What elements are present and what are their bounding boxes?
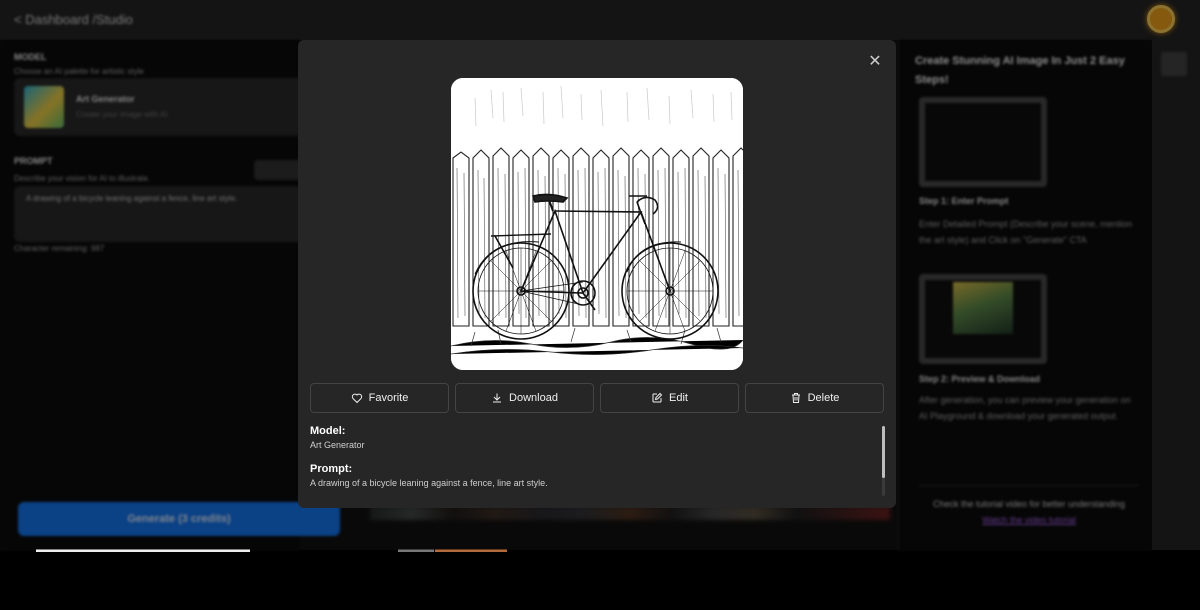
details-scrollbar[interactable] [882,426,885,496]
favorite-button[interactable]: Favorite [310,383,449,413]
download-label: Download [509,392,558,404]
delete-label: Delete [807,392,840,404]
download-icon [493,393,502,403]
trash-icon [791,393,800,403]
heart-icon [351,393,362,404]
image-preview-modal: ✕ Favorite Download Edit Delete Model: A… [298,40,896,508]
prompt-detail-label: Prompt: [310,463,353,475]
image-actions: Favorite Download Edit Delete [310,383,884,413]
model-detail-label: Model: [310,425,346,437]
favorite-label: Favorite [368,392,409,404]
image-details: Model: Art Generator Prompt: A drawing o… [310,425,870,488]
model-detail-value: Art Generator [310,440,365,450]
edit-label: Edit [669,392,688,404]
edit-button[interactable]: Edit [600,383,739,413]
bicycle-drawing [451,78,743,370]
edit-icon [652,392,663,403]
download-button[interactable]: Download [455,383,594,413]
details-scrollbar-thumb[interactable] [882,426,885,478]
delete-button[interactable]: Delete [745,383,884,413]
generated-image [451,78,743,370]
close-icon[interactable]: ✕ [866,53,884,71]
prompt-detail-value: A drawing of a bicycle leaning against a… [310,478,548,488]
page-footer-area [0,555,1200,610]
